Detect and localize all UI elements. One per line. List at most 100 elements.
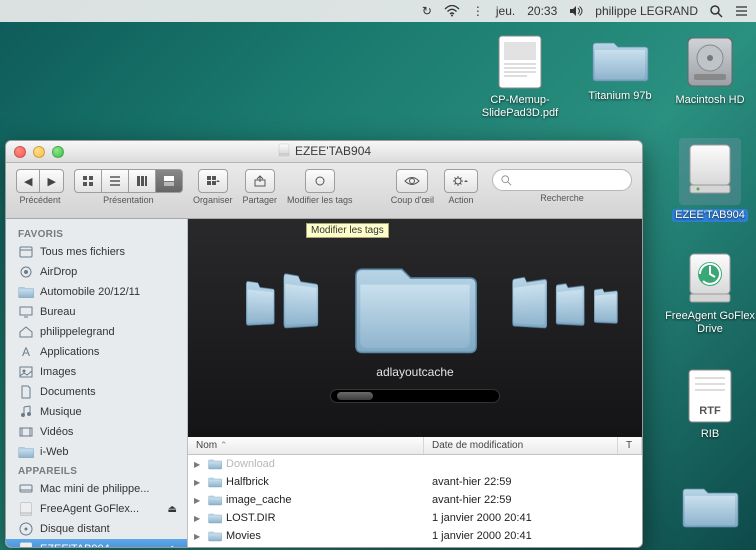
column-header-t[interactable]: T (618, 437, 642, 454)
column-header-date[interactable]: Date de modification (424, 437, 618, 454)
tags-button[interactable] (305, 169, 335, 193)
sidebar-item-iweb[interactable]: i-Web (6, 442, 187, 462)
sidebar-item-remote[interactable]: Disque distant (6, 519, 187, 539)
disclosure-triangle-icon[interactable]: ▶ (194, 478, 204, 487)
file-name: LOST.DIR (226, 512, 276, 524)
share-button[interactable] (245, 169, 275, 193)
table-row[interactable]: ▶ LOST.DIR 1 janvier 2000 20:41 (188, 509, 642, 527)
disclosure-triangle-icon[interactable]: ▶ (194, 514, 204, 523)
arrange-button[interactable] (198, 169, 228, 193)
column-header-name[interactable]: Nom ⌃ (188, 437, 424, 454)
sidebar-item-images[interactable]: Images (6, 362, 187, 382)
file-list: ▶Download ▶Halfbrickavant-hier 22:59▶ima… (188, 455, 642, 547)
svg-text:RTF: RTF (699, 405, 721, 417)
sidebar-item-auto[interactable]: Automobile 20/12/11 (6, 282, 187, 302)
sidebar-item-docs[interactable]: Documents (6, 382, 187, 402)
desktop-item-macintosh-hd[interactable]: Macintosh HD (665, 34, 755, 107)
minimize-button[interactable] (33, 146, 45, 158)
folder-icon (208, 476, 222, 488)
view-coverflow-button[interactable] (155, 169, 183, 193)
table-row[interactable]: ▶image_cacheavant-hier 22:59 (188, 491, 642, 509)
disclosure-triangle-icon[interactable]: ▶ (194, 496, 204, 505)
action-button[interactable] (444, 169, 478, 193)
user-name[interactable]: philippe LEGRAND (595, 4, 698, 18)
sidebar-item-bureau[interactable]: Bureau (6, 302, 187, 322)
remote-disc-icon (18, 521, 34, 537)
zoom-button[interactable] (52, 146, 64, 158)
sidebar-item-freeagent[interactable]: FreeAgent GoFlex... ⏏ (6, 499, 187, 519)
view-list-button[interactable] (101, 169, 128, 193)
home-icon (18, 324, 34, 340)
desktop-item-titanium[interactable]: Titanium 97b (575, 34, 665, 103)
disclosure-triangle-icon[interactable]: ▶ (194, 532, 204, 541)
table-row[interactable]: ▶Musicaujourd'hui 13:16 (188, 545, 642, 547)
search-input[interactable] (492, 169, 632, 191)
back-button[interactable]: ◀ (16, 169, 39, 193)
volume-icon[interactable] (569, 5, 583, 17)
sidebar-item-macmini[interactable]: Mac mini de philippe... (6, 479, 187, 499)
spotlight-icon[interactable] (710, 5, 723, 18)
forward-button[interactable]: ▶ (39, 169, 63, 193)
clock-time[interactable]: 20:33 (527, 4, 557, 18)
ext-drive-icon (18, 541, 34, 547)
file-name: Movies (226, 530, 261, 542)
desktop-item-ezee[interactable]: EZEE'TAB904 (665, 138, 755, 222)
sidebar-item-home[interactable]: philippelegrand (6, 322, 187, 342)
signal-icon[interactable]: ⋮ (472, 4, 484, 18)
sidebar-item-ezee[interactable]: EZEE'TAB904 ⏏ (6, 539, 187, 547)
search-icon (501, 175, 512, 186)
desktop-item-folder[interactable] (665, 480, 755, 532)
desktop-icon (18, 304, 34, 320)
wifi-icon[interactable] (444, 5, 460, 17)
eject-icon[interactable]: ⏏ (168, 504, 177, 515)
titlebar[interactable]: EZEE'TAB904 (6, 141, 642, 163)
file-date: 1 janvier 2000 20:41 (424, 512, 618, 524)
sidebar-item-all[interactable]: Tous mes fichiers (6, 242, 187, 262)
ext-drive-icon (18, 501, 34, 517)
sidebar-section-favorites: FAVORIS (6, 225, 187, 242)
sidebar-item-airdrop[interactable]: AirDrop (6, 262, 187, 282)
desktop-item-freeagent[interactable]: FreeAgent GoFlex Drive (665, 250, 755, 335)
coverflow-center-folder-icon[interactable] (350, 254, 480, 359)
sidebar-item-label: FreeAgent GoFlex... (40, 503, 139, 515)
folder-icon (18, 284, 34, 300)
sidebar-item-videos[interactable]: Vidéos (6, 422, 187, 442)
folder-icon (681, 480, 739, 532)
finder-window: EZEE'TAB904 ◀ ▶ Précédent Présentation O… (5, 140, 643, 548)
clock-day[interactable]: jeu. (496, 4, 515, 18)
sidebar-item-label: Bureau (40, 306, 75, 318)
desktop-item-cp-memup[interactable]: CP-Memup-SlidePad3D.pdf (475, 34, 565, 119)
sync-icon[interactable]: ↻ (422, 4, 432, 18)
sidebar-item-label: Documents (40, 386, 96, 398)
apps-icon: A (18, 344, 34, 360)
sidebar-item-label: Mac mini de philippe... (40, 483, 149, 495)
svg-text:A: A (22, 345, 30, 359)
table-row[interactable]: ▶Halfbrickavant-hier 22:59 (188, 473, 642, 491)
computer-icon (18, 481, 34, 497)
sidebar-item-music[interactable]: Musique (6, 402, 187, 422)
videos-icon (18, 424, 34, 440)
view-columns-button[interactable] (128, 169, 155, 193)
coverflow-item-name: adlayoutcache (376, 365, 453, 379)
coverflow-scrollbar[interactable] (330, 389, 500, 403)
sidebar-item-label: Musique (40, 406, 82, 418)
coverflow-area[interactable]: Modifier les tags adlayoutcache (188, 219, 642, 437)
sidebar: FAVORIS Tous mes fichiers AirDrop Automobi… (6, 219, 188, 547)
file-date: 1 janvier 2000 20:41 (424, 530, 618, 542)
close-button[interactable] (14, 146, 26, 158)
file-date: avant-hier 22:59 (424, 494, 618, 506)
view-icons-button[interactable] (74, 169, 101, 193)
folder-icon (208, 530, 222, 542)
sidebar-item-label: i-Web (40, 446, 69, 458)
table-row[interactable]: ▶Download (188, 455, 642, 473)
quicklook-button[interactable] (396, 169, 428, 193)
rtf-icon: RTF (687, 368, 733, 424)
desktop-item-rib[interactable]: RTF RIB (665, 368, 755, 441)
sidebar-item-apps[interactable]: AApplications (6, 342, 187, 362)
table-row[interactable]: ▶ Movies 1 janvier 2000 20:41 (188, 527, 642, 545)
sidebar-item-label: AirDrop (40, 266, 77, 278)
notification-icon[interactable] (735, 5, 748, 17)
eject-icon[interactable]: ⏏ (168, 544, 177, 548)
sidebar-item-label: EZEE'TAB904 (40, 543, 110, 547)
documents-icon (18, 384, 34, 400)
